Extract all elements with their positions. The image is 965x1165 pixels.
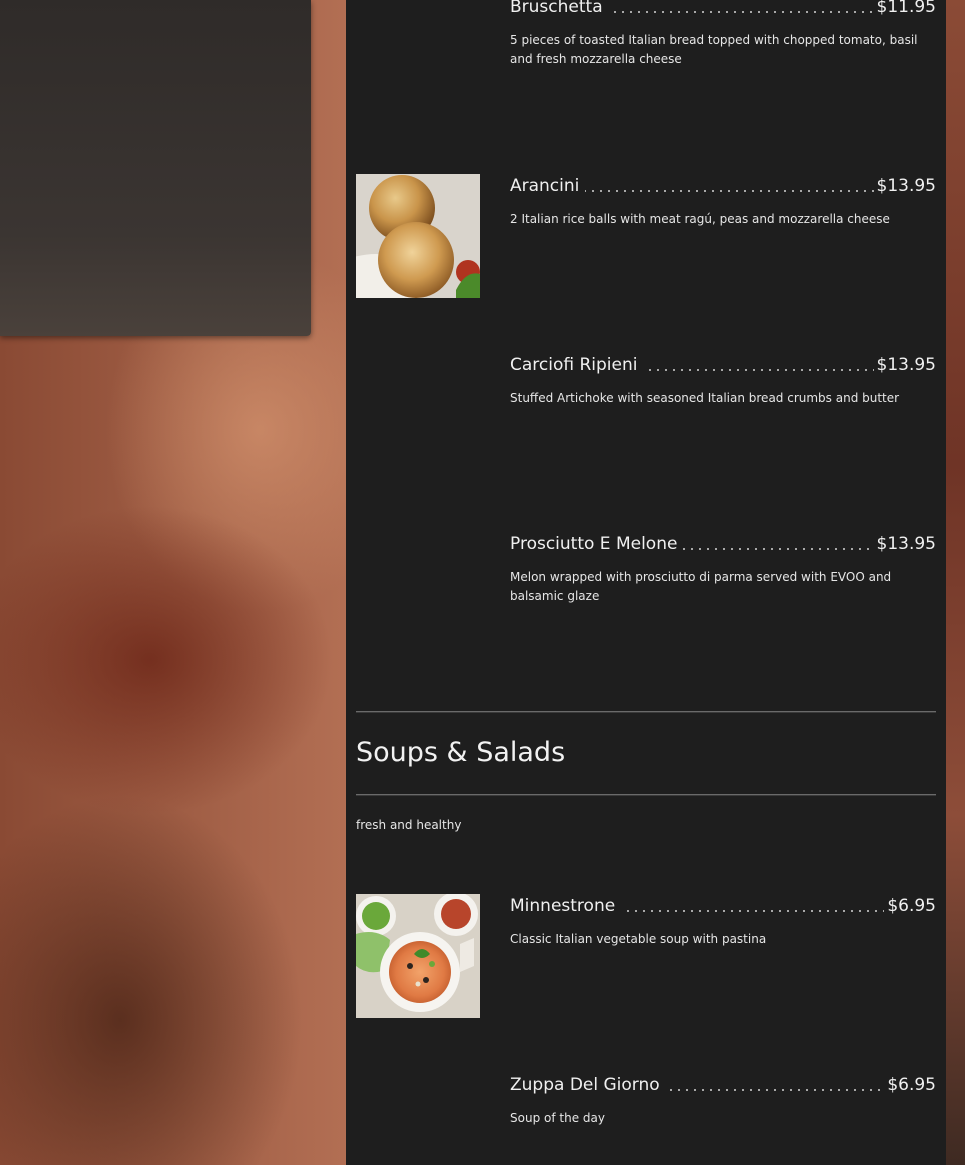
menu-item-price: $11.95 — [873, 0, 936, 17]
section-divider-top — [356, 711, 936, 713]
menu-item-price: $13.95 — [873, 176, 936, 196]
menu-item-description: Classic Italian vegetable soup with past… — [510, 932, 767, 946]
section-subtitle: fresh and healthy — [356, 818, 462, 832]
menu-item-name: Bruschetta — [510, 0, 609, 17]
menu-item-price: $13.95 — [873, 355, 936, 375]
leader-dots — [672, 548, 885, 550]
minestrone-image — [356, 894, 480, 1018]
menu-item-description: Melon wrapped with prosciutto di parma s… — [510, 570, 892, 603]
minestrone-photo — [356, 894, 480, 1018]
menu-item-price: $6.95 — [884, 896, 936, 916]
arancini-image — [356, 174, 480, 298]
menu-item-description: 5 pieces of toasted Italian bread topped… — [510, 33, 918, 66]
menu-item-price: $13.95 — [873, 534, 936, 554]
leader-dots — [630, 369, 885, 371]
menu-item-description: 2 Italian rice balls with meat ragú, pea… — [510, 212, 890, 226]
menu-item-price: $6.95 — [884, 1075, 936, 1095]
section-title: Soups & Salads — [356, 737, 566, 768]
menu-item-description: Stuffed Artichoke with seasoned Italian … — [510, 391, 900, 405]
background-strip — [946, 0, 965, 1165]
menu-item-description: Soup of the day — [510, 1111, 605, 1125]
leader-dots — [581, 190, 885, 192]
menu-item-name: Minnestrone — [510, 896, 622, 916]
menu-item-name: Zuppa Del Giorno — [510, 1075, 666, 1095]
menu-item-name: Carciofi Ripieni — [510, 355, 644, 375]
menu-item-name: Prosciutto E Melone — [510, 534, 684, 554]
leader-dots — [616, 910, 894, 912]
arancini-photo — [356, 174, 480, 298]
menu-item-name: Arancini — [510, 176, 586, 196]
section-divider-bottom — [356, 794, 936, 796]
sidebar-panel — [0, 0, 311, 336]
leader-dots — [651, 1089, 894, 1091]
leader-dots — [603, 11, 885, 13]
